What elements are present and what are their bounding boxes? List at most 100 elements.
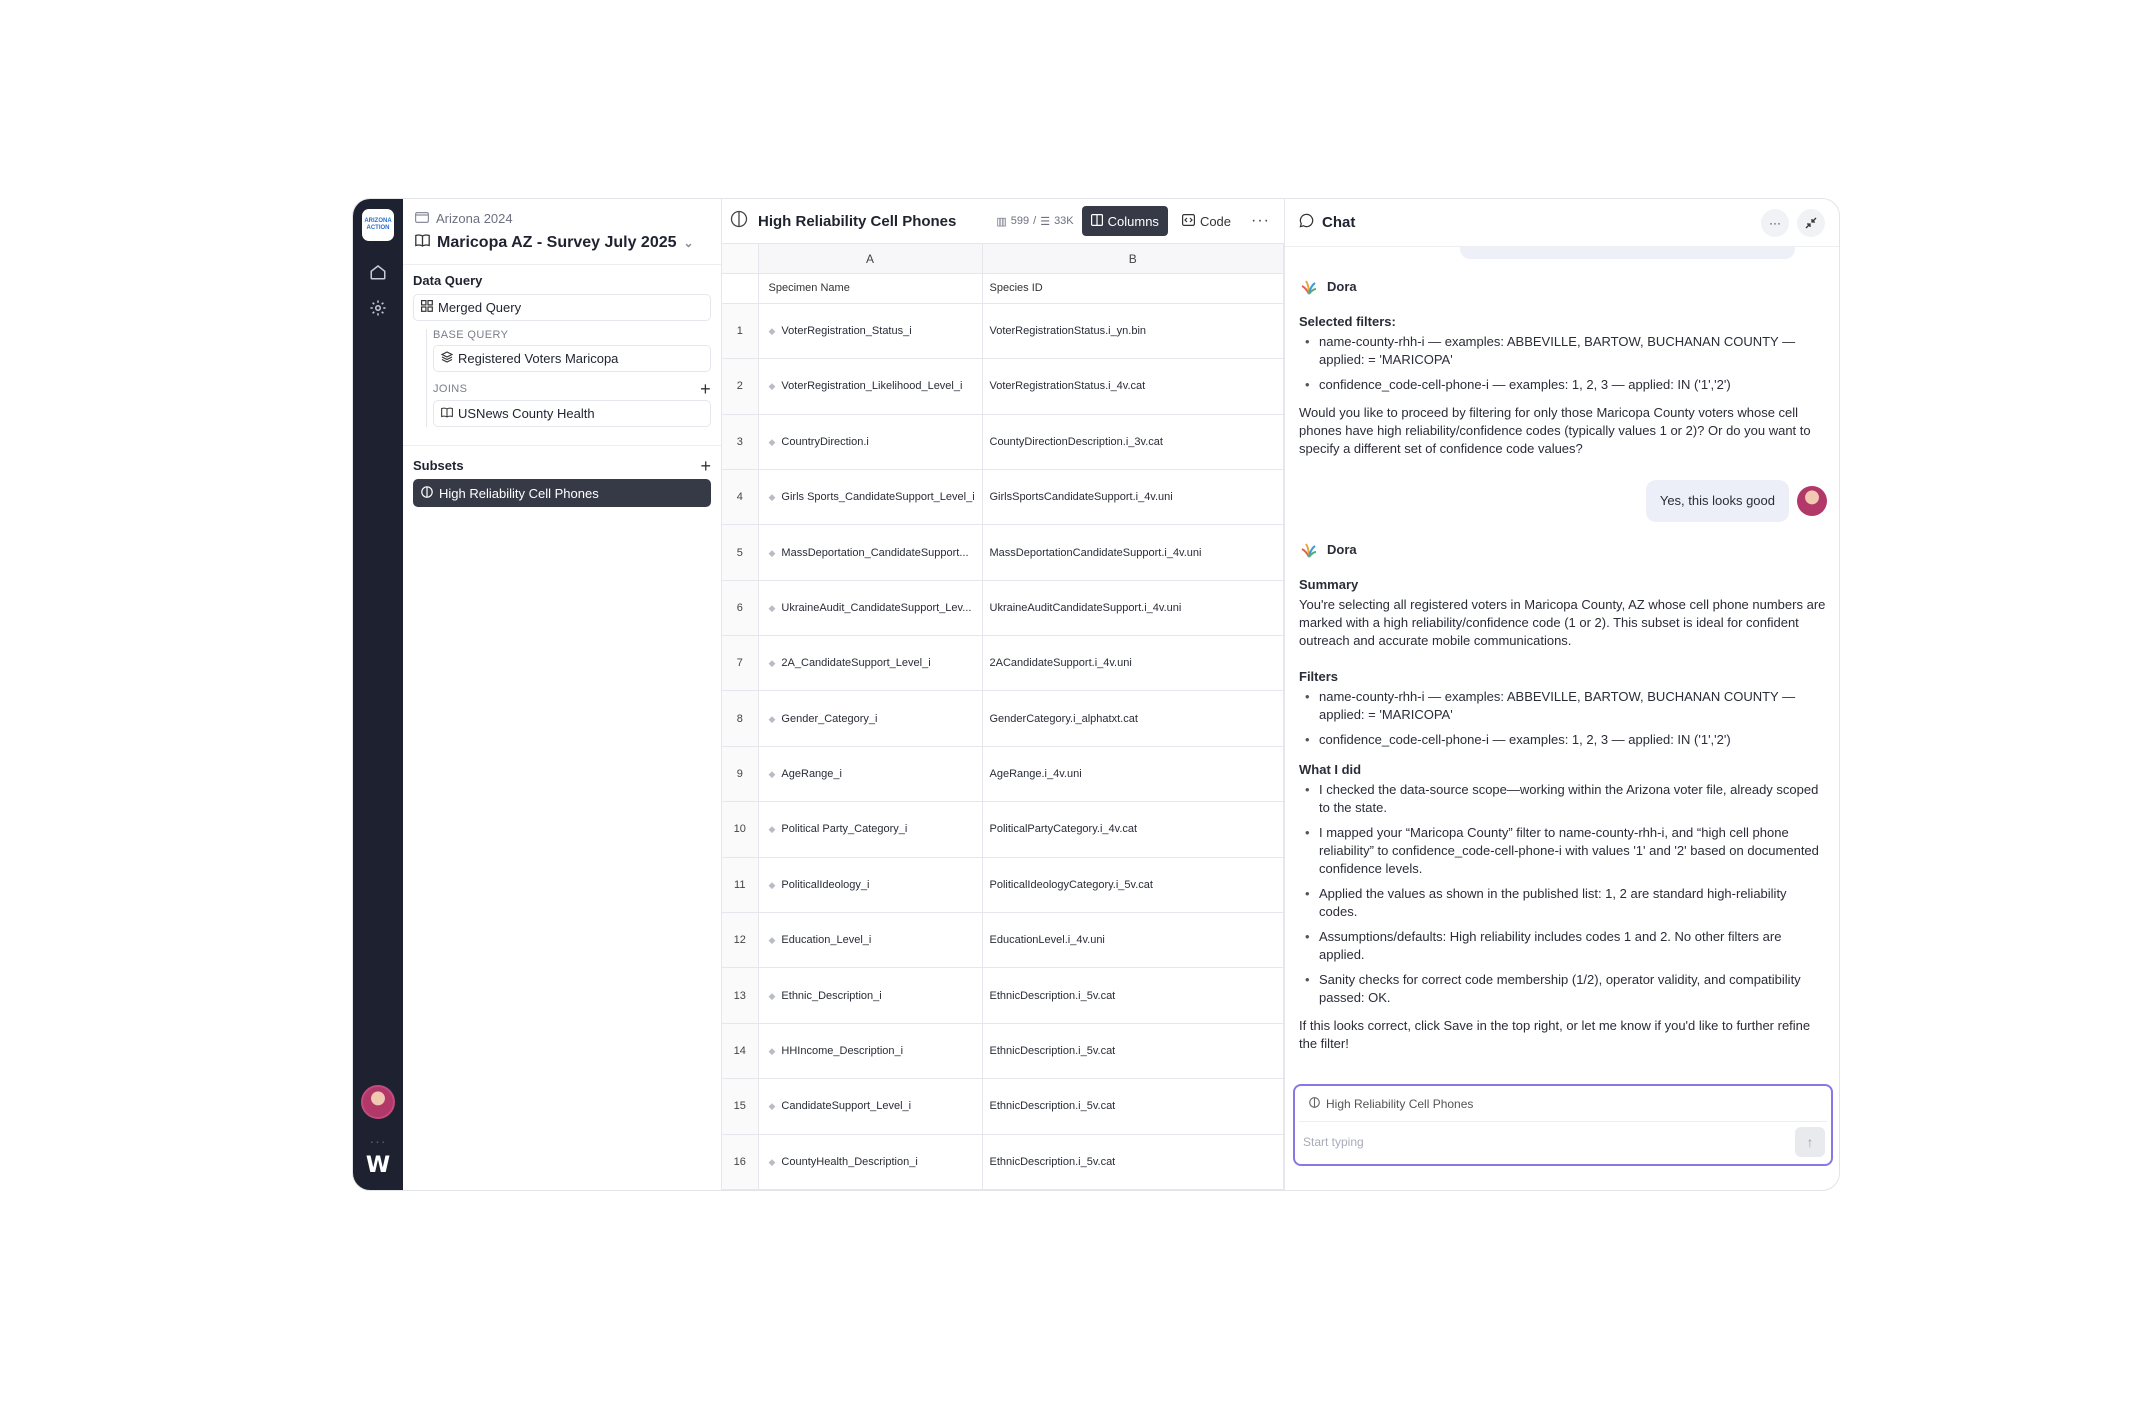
table-row[interactable]: 15 ◆ CandidateSupport_Level_i EthnicDescrip…	[722, 1078, 1284, 1135]
table-row[interactable]: 2 ◆ VoterRegistration_Likelihood_Level_i Vo…	[722, 358, 1284, 415]
species-id-cell[interactable]: EthnicDescription.i_5v.cat	[982, 1134, 1284, 1190]
chevron-down-icon[interactable]: ⌄	[684, 236, 694, 250]
species-id-cell[interactable]: MassDeportationCandidateSupport.i_4v.uni	[982, 524, 1284, 581]
column-header-b[interactable]: Species ID	[982, 273, 1284, 304]
column-letter-a[interactable]: A	[758, 244, 983, 274]
specimen-name-cell[interactable]: ◆ VoterRegistration_Status_i	[758, 303, 983, 360]
table-row[interactable]: 12 ◆ Education_Level_i EducationLevel.i_4v.…	[722, 912, 1284, 969]
step-item: Applied the values as shown in the publi…	[1305, 885, 1827, 921]
code-button[interactable]: Code	[1176, 214, 1237, 229]
species-id-cell[interactable]: 2ACandidateSupport.i_4v.uni	[982, 635, 1284, 692]
diamond-icon: ◆	[768, 436, 776, 447]
specimen-name-cell[interactable]: ◆ Ethnic_Description_i	[758, 967, 983, 1024]
org-logo[interactable]: ARIZONA ACTION	[362, 209, 394, 241]
specimen-name-cell[interactable]: ◆ MassDeportation_CandidateSupport...	[758, 524, 983, 581]
join-item[interactable]: USNews County Health	[433, 400, 711, 427]
merged-query-item[interactable]: Merged Query	[413, 294, 711, 321]
species-id-cell[interactable]: EthnicDescription.i_5v.cat	[982, 967, 1284, 1024]
specimen-name-cell[interactable]: ◆ PoliticalIdeology_i	[758, 857, 983, 914]
species-id-cell[interactable]: CountyDirectionDescription.i_3v.cat	[982, 414, 1284, 470]
row-number: 5	[722, 524, 759, 581]
specimen-name-cell[interactable]: ◆ Education_Level_i	[758, 912, 983, 969]
chat-composer: High Reliability Cell Phones ↑	[1293, 1084, 1833, 1166]
chat-more-button[interactable]: ···	[1761, 208, 1789, 237]
specimen-name-cell[interactable]: ◆ Girls Sports_CandidateSupport_Level_i	[758, 469, 983, 526]
species-id-cell[interactable]: GenderCategory.i_alphatxt.cat	[982, 690, 1284, 747]
table-row[interactable]: 7 ◆ 2A_CandidateSupport_Level_i 2ACandidate…	[722, 635, 1284, 692]
base-query-heading: BASE QUERY	[433, 329, 711, 341]
send-icon[interactable]: ↑	[1795, 1127, 1825, 1157]
table-row[interactable]: 9 ◆ AgeRange_i AgeRange.i_4v.uni	[722, 746, 1284, 803]
species-id-cell[interactable]: PoliticalPartyCategory.i_4v.cat	[982, 801, 1284, 858]
species-id-cell[interactable]: AgeRange.i_4v.uni	[982, 746, 1284, 803]
specimen-name-cell[interactable]: ◆ CandidateSupport_Level_i	[758, 1078, 983, 1135]
specimen-name-cell[interactable]: ◆ CountryDirection.i	[758, 414, 983, 470]
filters-list: name-county-rhh-i — examples: ABBEVILLE,…	[1299, 688, 1827, 749]
table-row[interactable]: 1 ◆ VoterRegistration_Status_i VoterRegistr…	[722, 303, 1284, 360]
table-row[interactable]: 8 ◆ Gender_Category_i GenderCategory.i_alph…	[722, 690, 1284, 747]
specimen-name-cell[interactable]: ◆ Gender_Category_i	[758, 690, 983, 747]
specimen-name-text: UkraineAudit_CandidateSupport_Lev...	[781, 601, 972, 614]
breadcrumb[interactable]: Arizona 2024	[415, 211, 711, 226]
filter-item: name-county-rhh-i — examples: ABBEVILLE,…	[1305, 333, 1827, 369]
table-row[interactable]: 10 ◆ Political Party_Category_i PoliticalPa…	[722, 801, 1284, 858]
row-number: 14	[722, 1023, 759, 1080]
code-button-label: Code	[1199, 213, 1232, 229]
table-row[interactable]: 11 ◆ PoliticalIdeology_i PoliticalIdeologyC…	[722, 857, 1284, 914]
settings-icon[interactable]	[365, 295, 391, 321]
grid-more-button[interactable]: ···	[1245, 212, 1276, 230]
specimen-name-cell[interactable]: ◆ CountyHealth_Description_i	[758, 1134, 983, 1190]
specimen-name-cell[interactable]: ◆ AgeRange_i	[758, 746, 983, 803]
species-id-cell[interactable]: VoterRegistrationStatus.i_4v.cat	[982, 358, 1284, 415]
specimen-name-cell[interactable]: ◆ Political Party_Category_i	[758, 801, 983, 858]
row-count-stats: ▥ 599 / ☰ 33K	[996, 215, 1073, 228]
what-i-did-list: I checked the data-source scope—working …	[1299, 781, 1827, 1007]
org-logo-text: ARIZONA ACTION	[364, 218, 392, 231]
join-name: USNews County Health	[458, 406, 595, 421]
table-row[interactable]: 3 ◆ CountryDirection.i CountyDirectionDescr…	[722, 414, 1284, 470]
dora-avatar-icon	[1299, 277, 1319, 297]
specimen-name-cell[interactable]: ◆ 2A_CandidateSupport_Level_i	[758, 635, 983, 692]
species-id-cell[interactable]: UkraineAuditCandidateSupport.i_4v.uni	[982, 580, 1284, 637]
species-id-cell[interactable]: GirlsSportsCandidateSupport.i_4v.uni	[982, 469, 1284, 526]
joins-heading: JOINS +	[433, 380, 711, 398]
row-number: 10	[722, 801, 759, 858]
specimen-name-text: Education_Level_i	[781, 934, 872, 947]
diamond-icon: ◆	[768, 713, 776, 724]
species-id-cell[interactable]: PoliticalIdeologyCategory.i_5v.cat	[982, 857, 1284, 914]
column-letter-b[interactable]: B	[982, 244, 1284, 274]
species-id-cell[interactable]: EducationLevel.i_4v.uni	[982, 912, 1284, 969]
add-subset-icon[interactable]: +	[700, 457, 711, 475]
species-id-cell[interactable]: EthnicDescription.i_5v.cat	[982, 1078, 1284, 1135]
rail-more-dots[interactable]: ···	[370, 1133, 387, 1149]
collapse-icon[interactable]	[1797, 208, 1825, 237]
table-row[interactable]: 4 ◆ Girls Sports_CandidateSupport_Level_i G…	[722, 469, 1284, 526]
book-icon	[441, 406, 453, 421]
filter-item: confidence_code-cell-phone-i — examples:…	[1305, 731, 1827, 749]
table-row[interactable]: 14 ◆ HHIncome_Description_i EthnicDescripti…	[722, 1023, 1284, 1080]
subset-item-active[interactable]: High Reliability Cell Phones	[413, 479, 711, 507]
species-id-cell[interactable]: VoterRegistrationStatus.i_yn.bin	[982, 303, 1284, 360]
add-join-icon[interactable]: +	[700, 380, 711, 398]
table-row[interactable]: 6 ◆ UkraineAudit_CandidateSupport_Lev... Uk…	[722, 580, 1284, 637]
table-row[interactable]: 16 ◆ CountyHealth_Description_i EthnicDescr…	[722, 1134, 1284, 1190]
chat-input[interactable]	[1303, 1135, 1795, 1149]
base-query-item[interactable]: Registered Voters Maricopa	[433, 345, 711, 372]
column-header-a[interactable]: Specimen Name	[758, 273, 983, 304]
home-icon[interactable]	[365, 259, 391, 285]
chat-messages: Dora Selected filters: name-county-rhh-i…	[1285, 247, 1839, 1084]
table-row[interactable]: 13 ◆ Ethnic_Description_i EthnicDescription…	[722, 967, 1284, 1024]
specimen-name-cell[interactable]: ◆ HHIncome_Description_i	[758, 1023, 983, 1080]
row-number: 4	[722, 469, 759, 526]
row-number: 6	[722, 580, 759, 637]
row-number: 3	[722, 414, 759, 470]
table-row[interactable]: 5 ◆ MassDeportation_CandidateSupport... Mas…	[722, 524, 1284, 581]
assistant-message: Dora Selected filters: name-county-rhh-i…	[1299, 247, 1827, 458]
specimen-name-cell[interactable]: ◆ VoterRegistration_Likelihood_Level_i	[758, 358, 983, 415]
context-chip[interactable]: High Reliability Cell Phones	[1299, 1086, 1827, 1122]
user-avatar[interactable]	[361, 1085, 395, 1119]
species-id-cell[interactable]: EthnicDescription.i_5v.cat	[982, 1023, 1284, 1080]
specimen-name-cell[interactable]: ◆ UkraineAudit_CandidateSupport_Lev...	[758, 580, 983, 637]
project-selector[interactable]: Maricopa AZ - Survey July 2025 ⌄	[415, 234, 711, 252]
columns-button[interactable]: Columns	[1081, 206, 1168, 237]
